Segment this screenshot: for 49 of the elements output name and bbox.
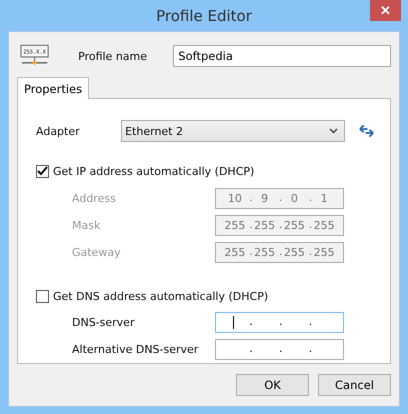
close-button[interactable]: ✕ xyxy=(370,0,401,21)
dot-separator: . xyxy=(279,191,282,204)
dot-separator: . xyxy=(249,218,253,231)
octet-value: 255 xyxy=(284,219,305,232)
dot-separator: . xyxy=(249,245,253,258)
profile-name-label: Profile name xyxy=(78,50,148,62)
dot-separator: . xyxy=(279,342,282,355)
dot-separator: . xyxy=(279,245,282,258)
dot-separator: . xyxy=(249,342,253,355)
dot-separator: . xyxy=(279,315,282,328)
field-label: Alternative DNS-server xyxy=(72,343,200,356)
chevron-icon xyxy=(328,128,338,134)
properties-tab[interactable]: Properties xyxy=(17,77,90,99)
dot-separator: . xyxy=(308,191,312,204)
ok-button[interactable]: OK xyxy=(236,374,309,396)
checkbox-label: Get IP address automatically (DHCP) xyxy=(53,164,254,178)
octet-value: 255 xyxy=(254,246,276,259)
ip-address-field[interactable]: . . . xyxy=(215,339,344,360)
dot-separator: . xyxy=(308,342,312,355)
octet-value: 1 xyxy=(320,192,328,205)
checkbox[interactable] xyxy=(36,164,49,178)
octet-value: 9 xyxy=(261,192,268,205)
refresh-icon[interactable] xyxy=(358,124,374,138)
dot-separator: . xyxy=(279,218,282,231)
octet-value: 0 xyxy=(290,192,298,205)
octet-value: 255 xyxy=(254,219,276,232)
field-label: DNS-server xyxy=(72,316,136,329)
adapter-label: Adapter xyxy=(36,124,81,138)
window-title: Profile Editor xyxy=(156,6,252,24)
dot-separator: . xyxy=(308,315,312,328)
octet-value: 10 xyxy=(228,192,242,205)
cancel-button[interactable]: Cancel xyxy=(318,374,391,396)
octet-value: 255 xyxy=(314,246,335,259)
octet-value: 255 xyxy=(284,246,305,259)
field-label: Gateway xyxy=(72,246,122,259)
octet-value: 255 xyxy=(314,219,335,232)
dot-separator: . xyxy=(249,315,253,328)
ip-address-field[interactable]: . . . xyxy=(215,312,344,333)
octet-value: 255 xyxy=(224,246,246,259)
field-label: Address xyxy=(72,192,117,205)
profile-name-field[interactable]: Softpedia xyxy=(173,45,392,67)
checkbox[interactable] xyxy=(36,290,49,302)
octet-value: 255 xyxy=(224,219,246,232)
dot-separator: . xyxy=(308,218,312,231)
dot-separator: . xyxy=(249,191,253,204)
dot-separator: . xyxy=(308,245,312,258)
adapter-dropdown[interactable]: Ethernet 2 xyxy=(121,120,345,142)
checkbox-label: Get DNS address automatically (DHCP) xyxy=(53,290,268,302)
field-label: Mask xyxy=(72,219,102,232)
